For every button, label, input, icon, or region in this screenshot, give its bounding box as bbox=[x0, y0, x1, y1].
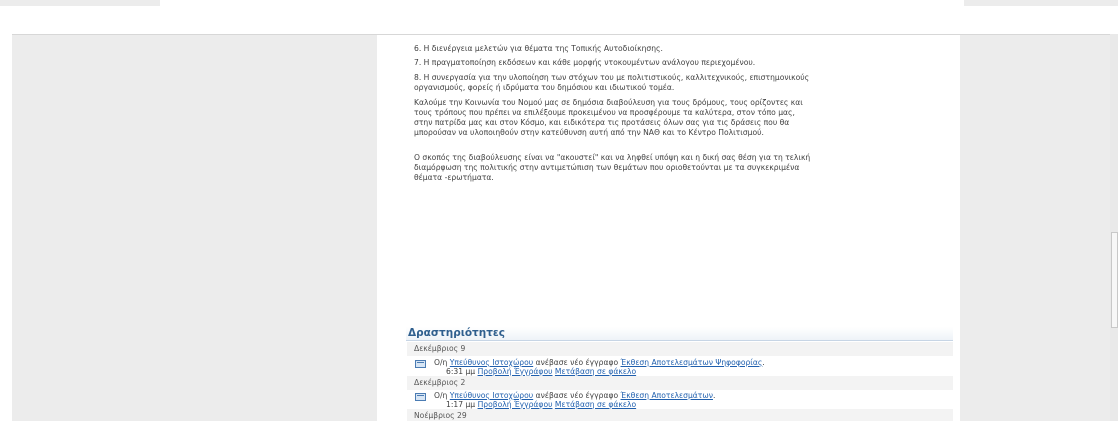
invite-line-1: Καλούμε την Κοινωνία του Νομού μας σε δη… bbox=[414, 98, 803, 107]
activity-time: 1:17 μμ bbox=[446, 400, 476, 409]
top-left-panel bbox=[0, 0, 160, 6]
activity-meta: 1:17 μμ Προβολή Έγγράφου Μετάβαση σε φάκ… bbox=[446, 400, 636, 409]
activity-date-header: Νοέμβριος 29 bbox=[407, 409, 953, 421]
top-right-panel bbox=[964, 0, 1118, 6]
scrollbar-thumb[interactable] bbox=[1111, 232, 1118, 328]
document-icon bbox=[415, 393, 426, 401]
paragraph-item-7: 7. Η πραγματοποίηση εκδόσεων και κάθε μο… bbox=[414, 58, 756, 67]
go-to-folder-link[interactable]: Μετάβαση σε φάκελο bbox=[555, 367, 636, 376]
invite-line-2: τους τρόπους που πρέπει να επιλέξουμε πρ… bbox=[414, 108, 795, 117]
activities-heading: Δραστηριότητες bbox=[406, 327, 953, 341]
view-document-link[interactable]: Προβολή Έγγράφου bbox=[478, 367, 553, 376]
activity-user-link[interactable]: Υπεύθυνος Ιστοχώρου bbox=[450, 358, 533, 367]
vertical-scrollbar[interactable] bbox=[1110, 34, 1118, 421]
go-to-folder-link[interactable]: Μετάβαση σε φάκελο bbox=[555, 400, 636, 409]
activity-meta: 6:31 μμ Προβολή Έγγράφου Μετάβαση σε φάκ… bbox=[446, 367, 636, 376]
activity-target-link[interactable]: Έκθεση Αποτελεσμάτων Ψηφοφορίας bbox=[621, 358, 763, 367]
activity-target-link[interactable]: Έκθεση Αποτελεσμάτων bbox=[621, 391, 713, 400]
goal-line-3: θέματα -ερωτήματα. bbox=[414, 173, 494, 182]
activity-period: . bbox=[712, 391, 716, 400]
activity-entry: Ο/η Υπεύθυνος Ιστοχώρου ανέβασε νέο έγγρ… bbox=[434, 358, 765, 367]
activity-action: ανέβασε νέο έγγραφο bbox=[535, 358, 619, 367]
document-icon bbox=[415, 360, 426, 368]
top-center-panel bbox=[160, 0, 964, 6]
activity-date-header: Δεκέμβριος 9 bbox=[407, 342, 953, 356]
goal-line-1: Ο σκοπός της διαβούλευσης είναι να "ακου… bbox=[414, 153, 811, 162]
activity-entry: Ο/η Υπεύθυνος Ιστοχώρου ανέβασε νέο έγγρ… bbox=[434, 391, 715, 400]
activity-time: 6:31 μμ bbox=[446, 367, 476, 376]
invite-line-4: μπορούσαν να υλοποιηθούν στην κατεύθυνση… bbox=[414, 128, 764, 137]
top-band bbox=[0, 0, 1118, 14]
view-document-link[interactable]: Προβολή Έγγράφου bbox=[478, 400, 553, 409]
activity-user-link[interactable]: Υπεύθυνος Ιστοχώρου bbox=[450, 391, 533, 400]
paragraph-item-8-line2: οργανισμούς, φορείς ή ιδρύματα του δημόσ… bbox=[414, 83, 675, 92]
goal-line-2: διαμόρφωση της πολιτικής στην αντιμετώπι… bbox=[414, 163, 800, 172]
activity-prefix: Ο/η bbox=[434, 358, 448, 367]
activity-prefix: Ο/η bbox=[434, 391, 448, 400]
activity-date-header: Δεκέμβριος 2 bbox=[407, 376, 953, 390]
paragraph-item-8-line1: 8. Η συνεργασία για την υλοποίηση των στ… bbox=[414, 73, 810, 82]
activity-period: . bbox=[762, 358, 765, 367]
invite-line-3: στην πατρίδα μας και στον Κόσμο, και ειδ… bbox=[414, 118, 790, 127]
paragraph-item-6: 6. Η διενέργεια μελετών για θέματα της Τ… bbox=[414, 44, 663, 53]
activity-action: ανέβασε νέο έγγραφο bbox=[535, 391, 619, 400]
